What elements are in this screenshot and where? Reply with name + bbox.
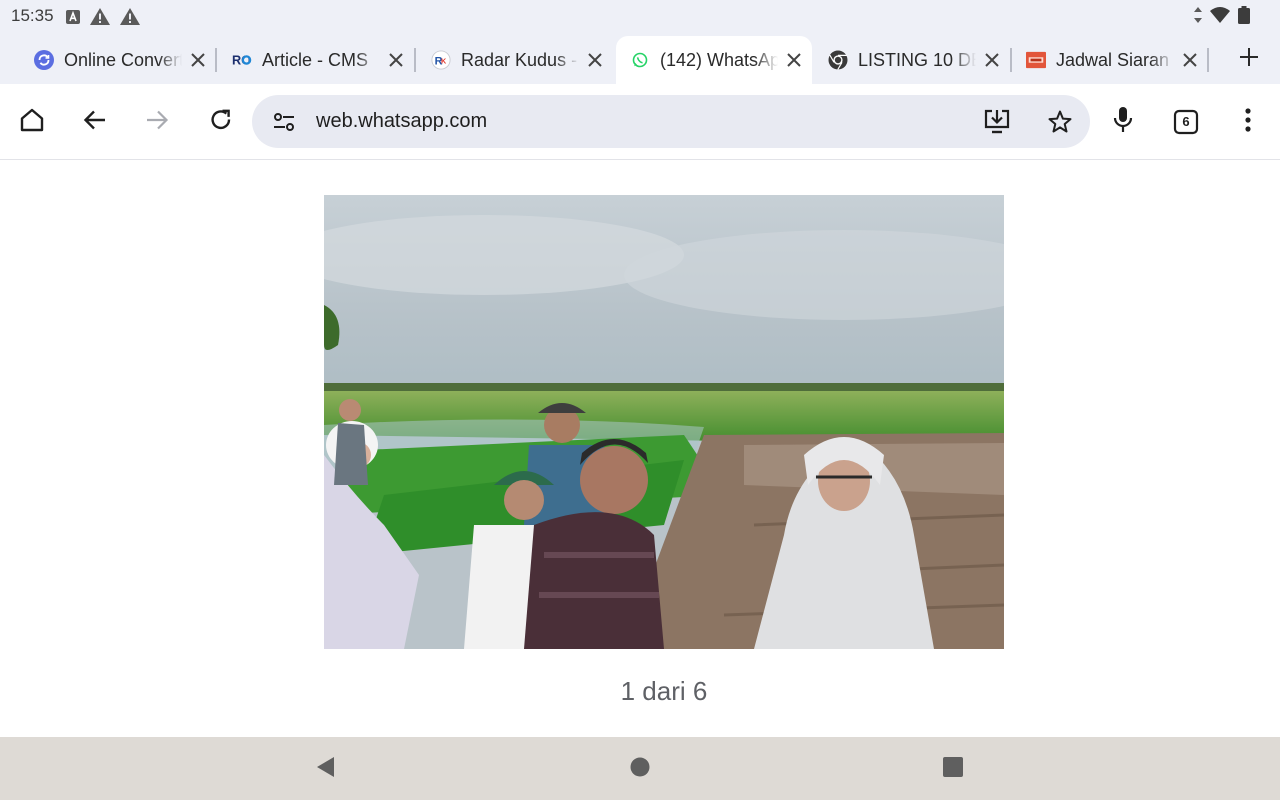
voice-search-button[interactable]	[1107, 106, 1139, 138]
nav-recents-button[interactable]	[940, 756, 966, 782]
wifi-icon	[1210, 7, 1230, 28]
svg-text:K: K	[441, 57, 447, 66]
tab-separator	[414, 48, 416, 72]
status-bar: 15:35	[0, 0, 1280, 32]
tab-count: 6	[1182, 114, 1190, 129]
media-counter: 1 dari 6	[0, 676, 1280, 707]
tab-title: (142) WhatsApp	[660, 49, 778, 70]
browser-toolbar: web.whatsapp.com 6	[0, 84, 1280, 160]
warning-icon	[120, 8, 140, 30]
media-counter-text: 1 dari 6	[620, 676, 708, 706]
tab-switcher-button[interactable]: 6	[1170, 106, 1202, 138]
tab-strip: Online Converter RO Article - CMS RK Rad…	[0, 32, 1280, 84]
tab-whatsapp[interactable]: (142) WhatsApp	[616, 36, 812, 84]
tab-switcher-icon: 6	[1173, 109, 1199, 135]
nav-home-icon	[630, 757, 650, 782]
reload-button[interactable]	[205, 106, 237, 138]
menu-icon	[1244, 107, 1252, 138]
tab-listing[interactable]: LISTING 10 DE	[814, 36, 1010, 84]
nav-recents-icon	[943, 756, 963, 782]
home-button[interactable]	[16, 106, 48, 138]
menu-button[interactable]	[1232, 106, 1264, 138]
nav-home-button[interactable]	[627, 756, 653, 782]
system-navigation-bar	[0, 737, 1280, 800]
status-time: 15:35	[11, 6, 54, 25]
nav-back-button[interactable]	[312, 756, 338, 782]
svg-text:RO: RO	[232, 53, 251, 68]
nav-back-icon	[315, 756, 335, 783]
sync-icon	[34, 50, 54, 70]
tab-online-converter[interactable]: Online Converter	[20, 36, 216, 84]
tab-title: Jadwal Siaran	[1056, 49, 1170, 70]
close-tab-icon[interactable]	[188, 50, 208, 70]
close-tab-icon[interactable]	[784, 50, 804, 70]
address-bar[interactable]: web.whatsapp.com	[252, 95, 1090, 148]
back-icon	[83, 108, 107, 137]
back-button[interactable]	[79, 106, 111, 138]
status-system-icons	[1194, 6, 1250, 29]
site-settings-icon[interactable]	[270, 108, 298, 136]
whatsapp-icon	[630, 50, 650, 70]
close-tab-icon[interactable]	[982, 50, 1002, 70]
close-tab-icon[interactable]	[386, 50, 406, 70]
tv-logo-icon	[1026, 50, 1046, 70]
warning-icon	[90, 8, 110, 30]
microphone-icon	[1112, 106, 1134, 139]
tab-title: Article - CMS	[262, 49, 369, 70]
forward-button[interactable]	[141, 106, 173, 138]
media-photo[interactable]	[324, 195, 1004, 649]
status-notification-icons	[66, 8, 140, 30]
battery-icon	[1238, 6, 1250, 29]
forward-icon	[145, 108, 169, 137]
install-app-icon[interactable]	[983, 108, 1011, 136]
a-box-icon	[66, 9, 80, 29]
home-icon	[19, 107, 45, 138]
url-text: web.whatsapp.com	[316, 110, 488, 132]
new-tab-button[interactable]	[1236, 46, 1262, 72]
close-tab-icon[interactable]	[585, 50, 605, 70]
tab-jadwal-siaran[interactable]: Jadwal Siaran	[1012, 36, 1208, 84]
tab-title: Radar Kudus -	[461, 49, 578, 70]
close-tab-icon[interactable]	[1180, 50, 1200, 70]
tab-article-cms[interactable]: RO Article - CMS	[218, 36, 414, 84]
tab-separator	[1207, 48, 1209, 72]
bookmark-star-icon[interactable]	[1046, 108, 1074, 136]
tab-title: LISTING 10 DE	[858, 49, 976, 70]
tab-title: Online Converter	[64, 49, 182, 70]
chrome-icon	[828, 50, 848, 70]
data-arrows-icon	[1194, 7, 1202, 28]
plus-icon	[1239, 47, 1259, 72]
reload-icon	[208, 107, 234, 138]
rk-logo-icon: RK	[431, 50, 451, 70]
tab-radar-kudus[interactable]: RK Radar Kudus -	[417, 36, 613, 84]
ro-logo-icon: RO	[232, 50, 252, 70]
tab-separator	[215, 48, 217, 72]
